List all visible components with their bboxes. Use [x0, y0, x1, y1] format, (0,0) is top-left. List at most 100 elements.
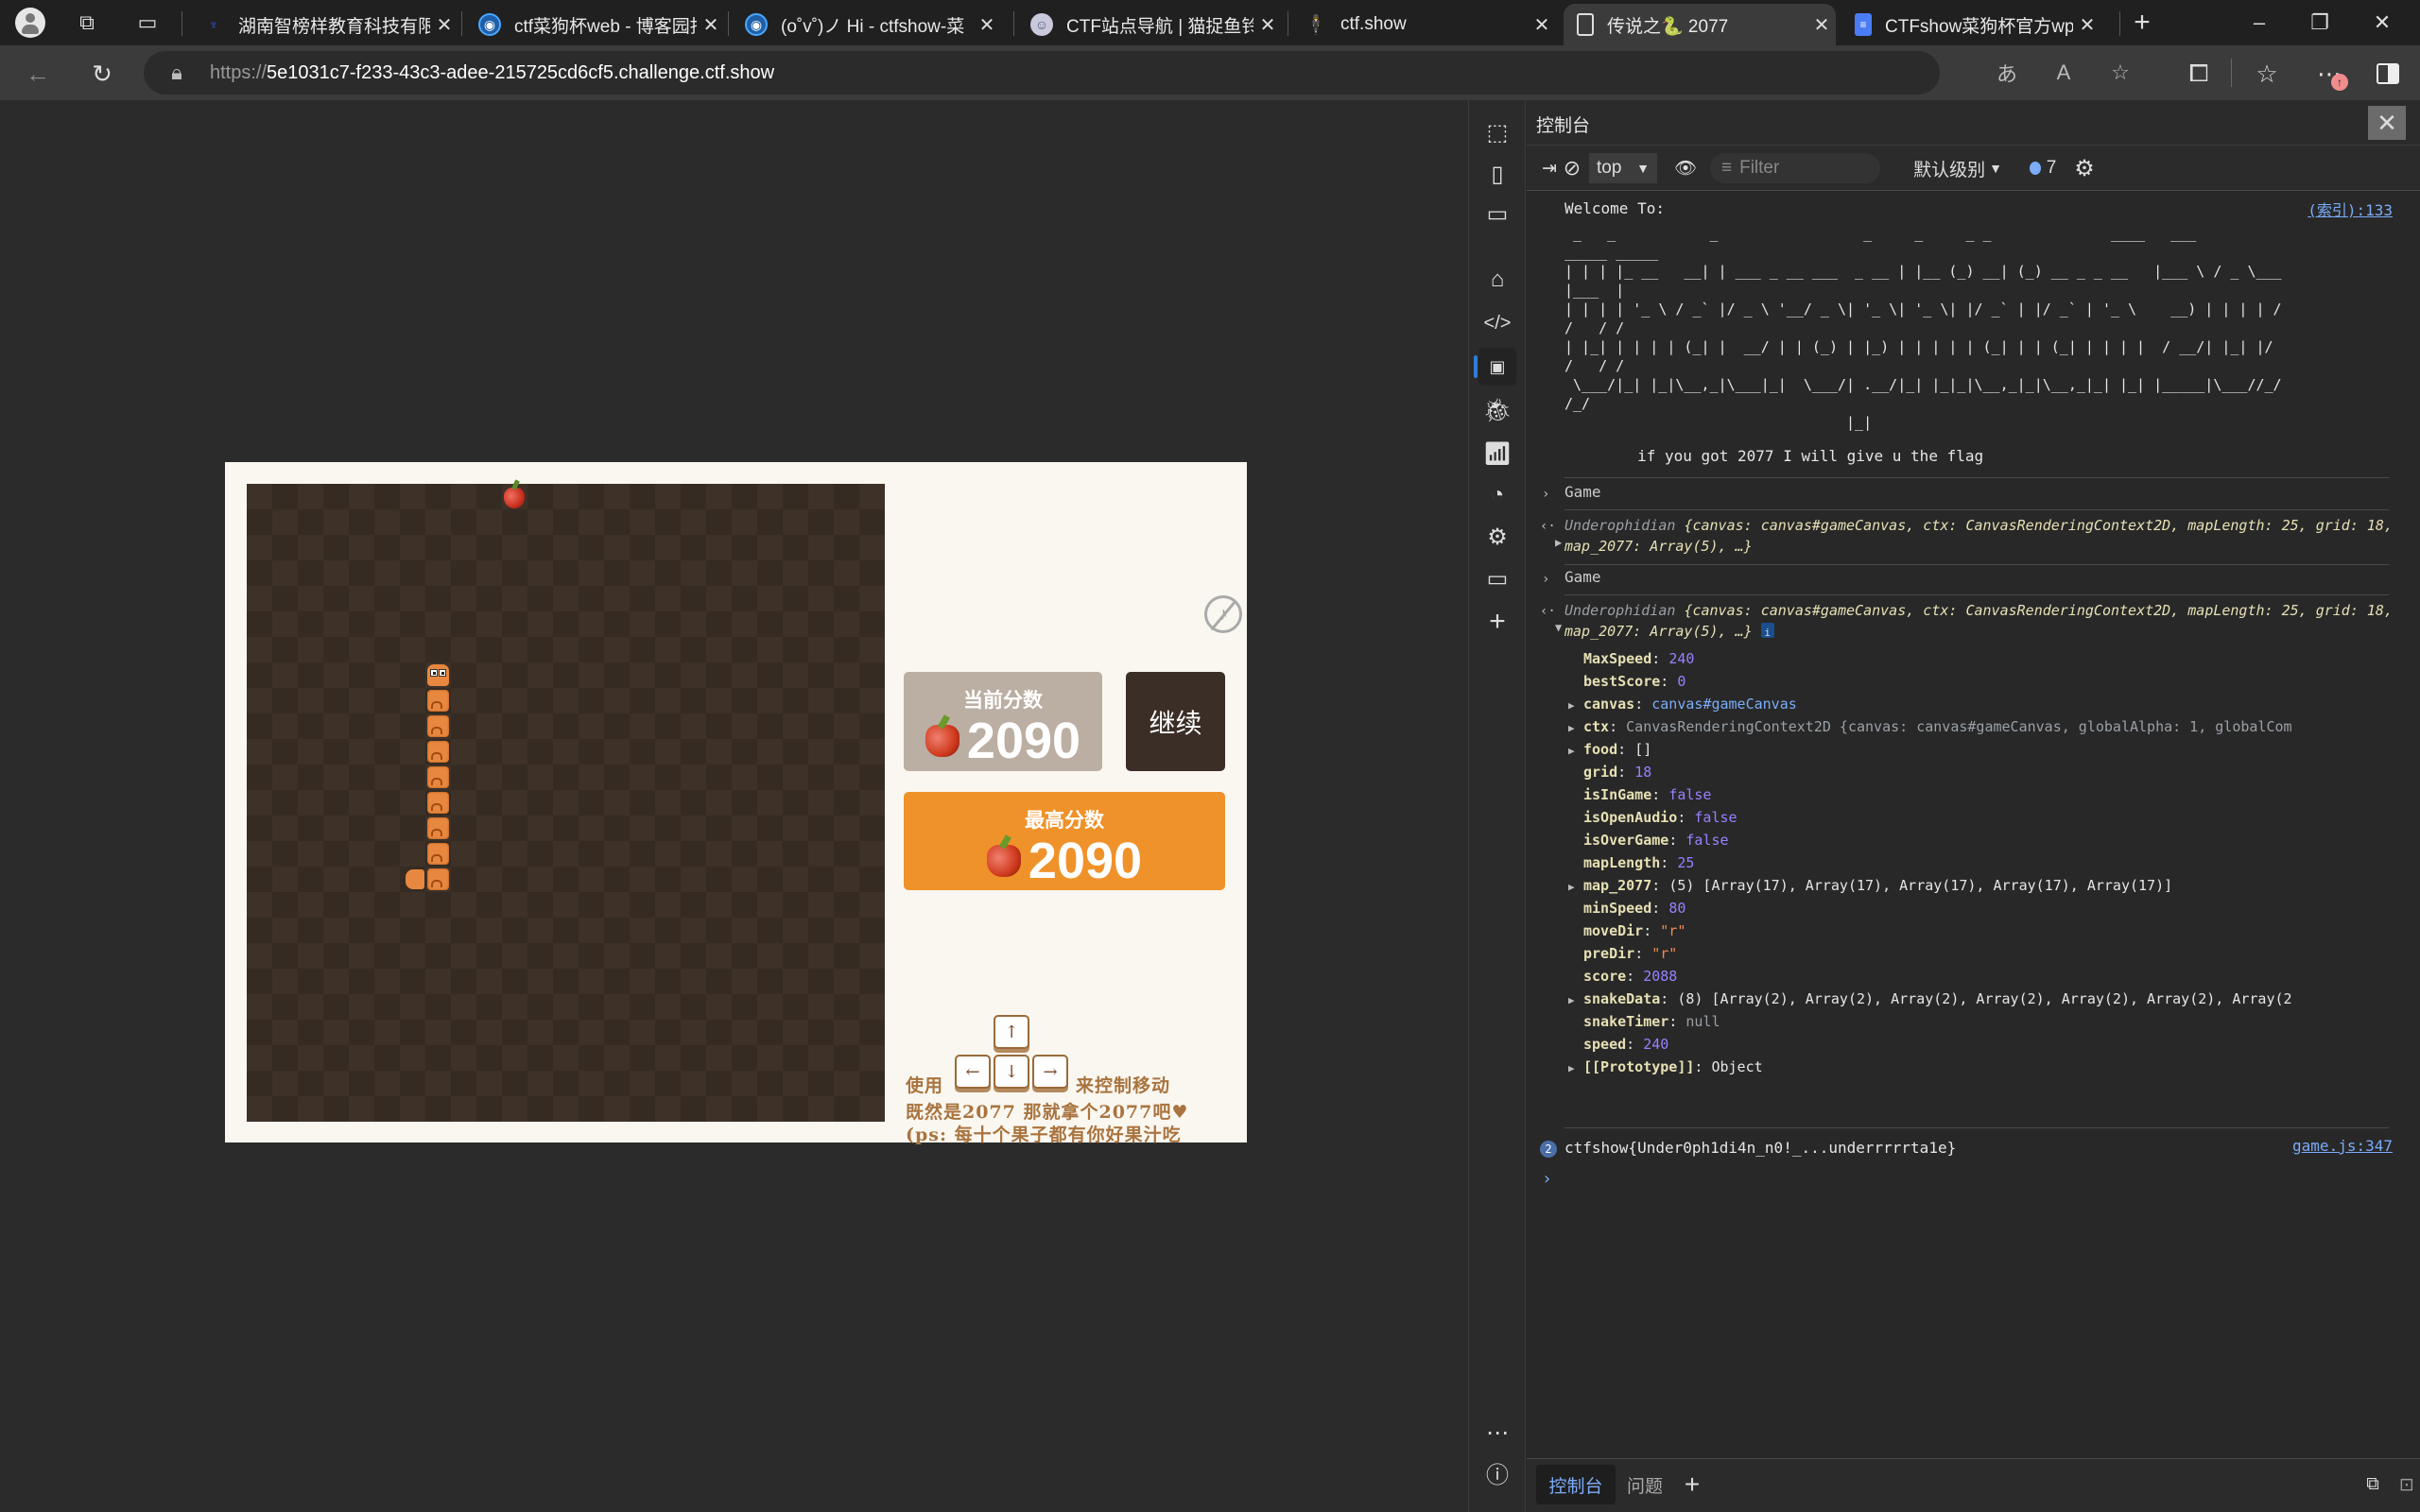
- more-menu-icon[interactable]: ⋯ ↑: [2310, 55, 2348, 93]
- close-tab-icon[interactable]: ✕: [1253, 13, 1282, 37]
- expand-triangle-icon[interactable]: ▶: [1568, 740, 1575, 763]
- favorites-icon[interactable]: ☆: [2248, 55, 2286, 93]
- source-link[interactable]: game.js:347: [2292, 1137, 2393, 1155]
- drawer-tab-console[interactable]: 控制台: [1536, 1465, 1616, 1504]
- sources-debugger-icon[interactable]: 🐞︎: [1478, 391, 1516, 429]
- board-cell: [604, 637, 630, 662]
- close-tab-icon[interactable]: ✕: [2073, 13, 2101, 37]
- property-row[interactable]: ▶ food: []: [1568, 738, 1651, 761]
- workspaces-icon[interactable]: ⧉: [72, 8, 102, 38]
- performance-icon[interactable]: ◔: [1478, 476, 1516, 514]
- log-level-dropdown[interactable]: 默认级别 ▼: [1901, 153, 2014, 183]
- board-cell: [527, 892, 553, 918]
- lock-icon[interactable]: 🔒︎: [163, 59, 191, 87]
- address-bar[interactable]: 🔒︎ https://5e1031c7-f233-43c3-adee-21572…: [144, 51, 2130, 94]
- issues-counter[interactable]: 7: [2024, 153, 2062, 183]
- close-tab-icon[interactable]: ✕: [697, 13, 725, 37]
- collapse-drawer-icon[interactable]: ⊡: [2393, 1465, 2420, 1504]
- board-cell: [247, 713, 272, 739]
- prompt-chevron-icon[interactable]: ›: [1542, 1169, 1552, 1189]
- board-cell: [553, 739, 579, 765]
- tab-0[interactable]: ♆ 湖南智榜样教育科技有限 ✕: [189, 4, 458, 45]
- property-row[interactable]: ▶ canvas: canvas#gameCanvas: [1568, 693, 1797, 715]
- console-result[interactable]: Underophidian {canvas: canvas#gameCanvas…: [1564, 515, 2396, 557]
- live-expression-eye-icon[interactable]: 👁︎: [1670, 153, 1701, 183]
- favorite-star-icon[interactable]: ☆: [2106, 59, 2135, 87]
- tab-4[interactable]: 🕴 ctf.show ✕: [1291, 4, 1556, 45]
- read-aloud-icon[interactable]: A: [2049, 59, 2078, 87]
- tab-2[interactable]: ◉ (o˚v˚)ノ Hi - ctfshow-菜 ✕: [732, 4, 1001, 45]
- board-cell: [247, 918, 272, 943]
- board-cell: [425, 509, 451, 535]
- inspect-element-icon[interactable]: ⬚: [1478, 113, 1516, 151]
- restore-button[interactable]: ❐: [2291, 6, 2348, 40]
- console-settings-icon[interactable]: ⚙: [2069, 153, 2100, 183]
- board-cell: [706, 969, 732, 994]
- welcome-home-icon[interactable]: ⌂: [1478, 261, 1516, 299]
- expand-triangle-icon[interactable]: ▶: [1568, 876, 1575, 899]
- source-link[interactable]: (索引):133: [2308, 198, 2393, 220]
- close-window-button[interactable]: ✕: [2354, 6, 2411, 40]
- help-icon[interactable]: ⓘ: [1478, 1453, 1516, 1491]
- board-cell: [732, 535, 757, 560]
- elements-icon[interactable]: </>: [1478, 304, 1516, 342]
- network-icon[interactable]: 📶︎: [1478, 435, 1516, 472]
- board-cell: [732, 586, 757, 611]
- collapse-triangle-icon[interactable]: ▼: [1555, 621, 1562, 634]
- sidebar-toggle-icon[interactable]: [2369, 55, 2407, 93]
- refresh-button[interactable]: ↻: [83, 55, 121, 93]
- filter-input[interactable]: ≡ Filter: [1710, 153, 1880, 183]
- board-cell: [783, 637, 808, 662]
- property-row[interactable]: ▶ map_2077: (5) [Array(17), Array(17), Ar…: [1568, 874, 2172, 897]
- expand-triangle-icon[interactable]: ▶: [1555, 536, 1562, 549]
- property-row: snakeTimer: null: [1583, 1010, 1720, 1033]
- close-tab-icon[interactable]: ✕: [430, 13, 458, 37]
- board-cell: [323, 1045, 349, 1071]
- console-result-expanded[interactable]: Underophidian {canvas: canvas#gameCanvas…: [1564, 600, 2396, 642]
- property-row[interactable]: ▶ snakeData: (8) [Array(2), Array(2), Arr…: [1568, 988, 2292, 1010]
- context-selector[interactable]: top ▼: [1589, 153, 1657, 183]
- music-mute-icon[interactable]: ♪: [1204, 595, 1242, 633]
- expand-chevron-icon[interactable]: ›: [1542, 487, 1549, 502]
- board-cell: [374, 509, 400, 535]
- minimize-button[interactable]: –: [2231, 6, 2288, 40]
- drawer-add-tab-button[interactable]: +: [1678, 1465, 1706, 1504]
- board-cell: [349, 662, 374, 688]
- info-badge-icon[interactable]: i: [1760, 623, 1774, 639]
- property-row[interactable]: ▶ ctx: CanvasRenderingContext2D {canvas: …: [1568, 715, 2292, 738]
- translate-icon[interactable]: あ: [1993, 59, 2021, 87]
- extensions-icon[interactable]: ⧠: [2180, 55, 2218, 93]
- devtools-close-button[interactable]: ✕: [2368, 106, 2406, 140]
- tab-3[interactable]: ☺ CTF站点导航 | 猫捉鱼铃 ✕: [1017, 4, 1282, 45]
- drawer-tab-issues[interactable]: 问题: [1621, 1465, 1668, 1504]
- expand-triangle-icon[interactable]: ▶: [1568, 989, 1575, 1012]
- undock-icon[interactable]: ⧉: [2359, 1465, 2387, 1504]
- board-cell: [579, 943, 604, 969]
- tab-6[interactable]: ≡ CTFshow菜狗杯官方wp · ✕: [1841, 4, 2101, 45]
- expand-triangle-icon[interactable]: ▶: [1568, 717, 1575, 740]
- device-emulation-icon[interactable]: ▯: [1478, 155, 1516, 193]
- vertical-tabs-icon[interactable]: ▭: [132, 8, 163, 38]
- dock-icon[interactable]: ▭: [1478, 195, 1516, 232]
- expand-chevron-icon[interactable]: ›: [1542, 572, 1549, 587]
- memory-icon[interactable]: ⚙: [1478, 518, 1516, 556]
- clear-console-icon[interactable]: ⊘: [1559, 153, 1585, 183]
- console-icon[interactable]: ▣: [1474, 348, 1516, 386]
- tab-5-active[interactable]: 传说之🐍 2077 ✕: [1564, 4, 1836, 45]
- continue-button[interactable]: 继续: [1126, 672, 1225, 771]
- expand-triangle-icon[interactable]: ▶: [1568, 1057, 1575, 1080]
- close-tab-icon[interactable]: ✕: [973, 13, 1001, 37]
- close-tab-icon[interactable]: ✕: [1528, 13, 1556, 37]
- game-canvas[interactable]: [247, 484, 885, 1122]
- tab-1[interactable]: ◉ ctf菜狗杯web - 博客园找 ✕: [465, 4, 725, 45]
- url-text[interactable]: https://5e1031c7-f233-43c3-adee-215725cd…: [210, 62, 774, 84]
- expand-triangle-icon[interactable]: ▶: [1568, 695, 1575, 717]
- application-icon[interactable]: ▭: [1478, 559, 1516, 597]
- property-row[interactable]: ▶ [[Prototype]]: Object: [1568, 1056, 1763, 1078]
- back-button[interactable]: ←: [19, 55, 57, 93]
- more-options-icon[interactable]: ⋯: [1478, 1414, 1516, 1452]
- profile-avatar-icon[interactable]: [15, 8, 45, 38]
- close-tab-icon[interactable]: ✕: [1807, 13, 1836, 37]
- more-tools-plus-icon[interactable]: +: [1478, 603, 1516, 641]
- new-tab-button[interactable]: +: [2114, 6, 2170, 40]
